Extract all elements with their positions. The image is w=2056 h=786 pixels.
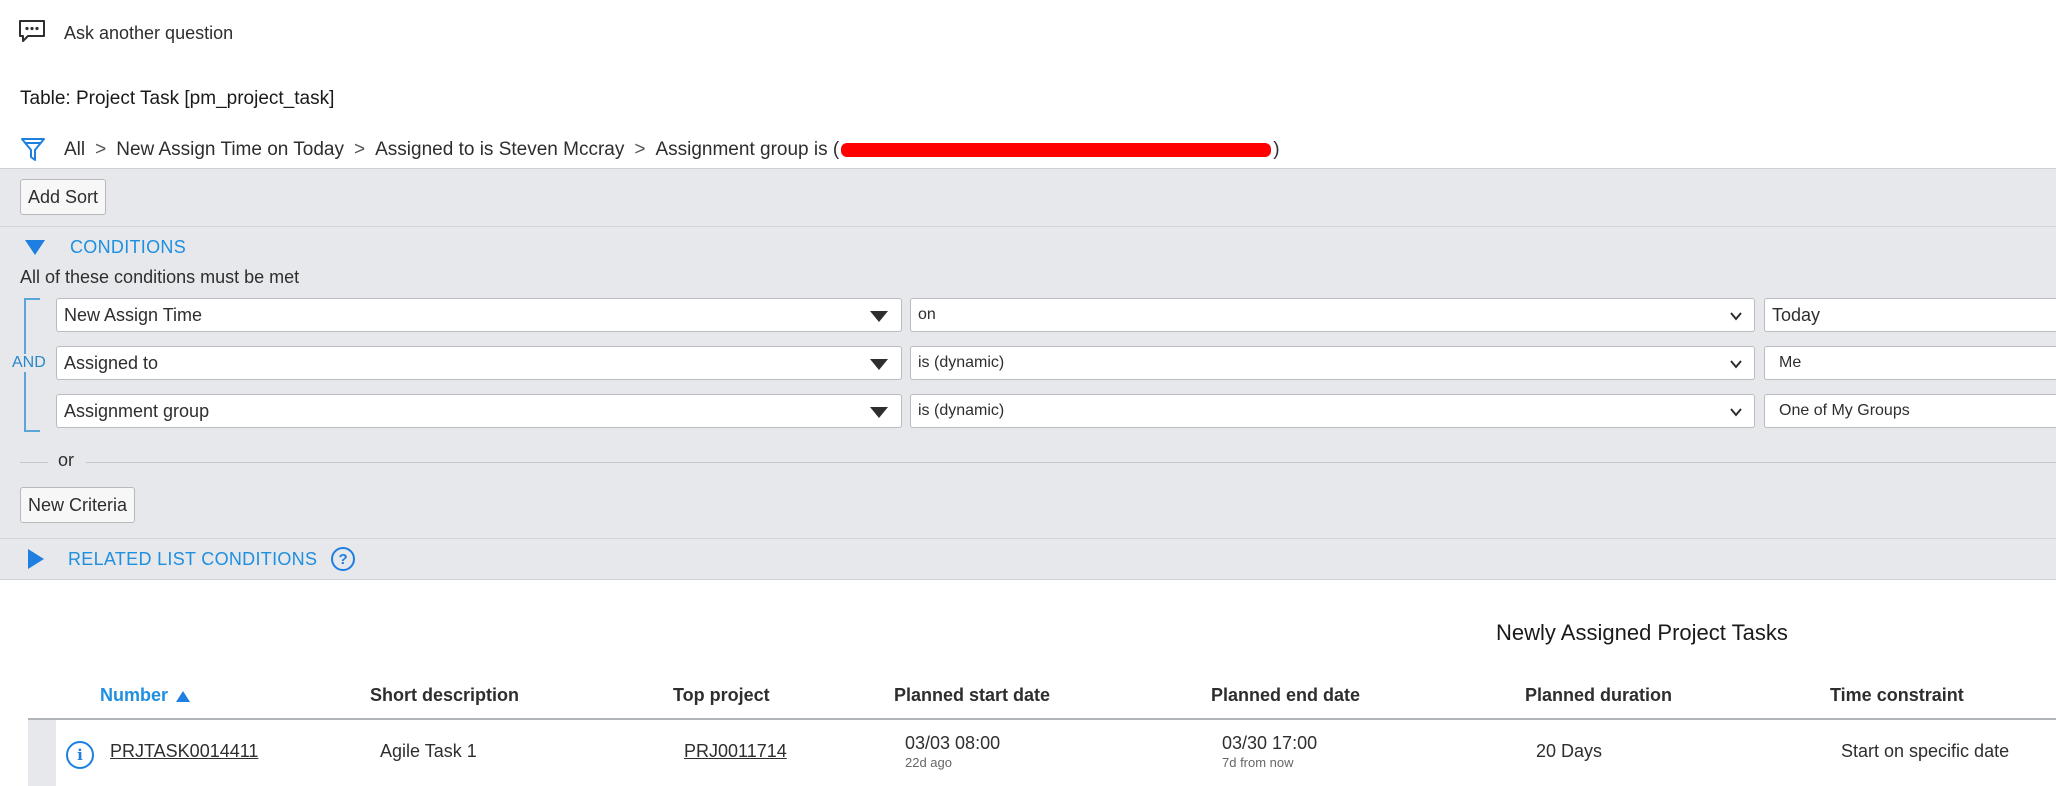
table-name: Table: Project Task [pm_project_task] <box>20 88 335 109</box>
conditions-title: CONDITIONS <box>70 236 187 257</box>
chevron-down-icon <box>1730 312 1742 321</box>
breadcrumb-separator: > <box>354 139 366 160</box>
or-label: or <box>58 450 75 470</box>
filter-funnel-icon[interactable] <box>20 136 46 164</box>
column-header-time-constraint[interactable]: Time constraint <box>1830 685 1964 706</box>
breadcrumb-separator: > <box>634 139 646 160</box>
condition-field-value: New Assign Time <box>64 304 203 325</box>
planned-end-date-value: 03/30 17:00 <box>1222 733 1318 753</box>
caret-down-icon <box>870 407 888 418</box>
add-sort-button[interactable]: Add Sort <box>20 179 107 215</box>
condition-value-select[interactable]: Me <box>1764 346 2056 380</box>
planned-duration-cell: 20 Days <box>1536 741 1603 761</box>
table-header-divider <box>28 718 2056 720</box>
help-icon[interactable]: ? <box>331 547 356 571</box>
time-constraint-cell: Start on specific date <box>1841 741 2010 761</box>
chevron-down-icon <box>1730 408 1742 417</box>
breadcrumb-separator: > <box>95 139 107 160</box>
ask-another-question-label[interactable]: Ask another question <box>64 23 233 44</box>
column-header-planned-duration[interactable]: Planned duration <box>1525 685 1672 706</box>
column-header-planned-start-date[interactable]: Planned start date <box>894 685 1050 706</box>
list-title: Newly Assigned Project Tasks <box>1496 620 1788 645</box>
breadcrumb-closing-paren: ) <box>1273 139 1280 160</box>
info-icon[interactable]: i <box>66 741 94 769</box>
column-header-number[interactable]: Number <box>100 685 191 706</box>
ask-another-question[interactable]: Ask another question <box>18 18 233 48</box>
related-list-conditions-toggle[interactable]: RELATED LIST CONDITIONS ? <box>28 544 356 574</box>
condition-value-text: Me <box>1779 354 1802 371</box>
condition-field-select[interactable]: New Assign Time <box>56 298 902 332</box>
breadcrumb-item-assignment-group[interactable]: Assignment group is () <box>655 139 1279 161</box>
planned-start-date-cell: 03/03 08:00 22d ago <box>905 733 1000 770</box>
divider <box>0 538 2056 539</box>
condition-operator-select[interactable]: is (dynamic) <box>910 394 1755 428</box>
row-selector[interactable] <box>28 720 56 786</box>
condition-value-select[interactable]: Today <box>1764 298 2056 332</box>
breadcrumb-item-assigned-to[interactable]: Assigned to is Steven Mccray <box>375 139 624 161</box>
caret-down-icon <box>870 359 888 370</box>
redaction-mark <box>841 142 1272 157</box>
task-number-link[interactable]: PRJTASK0014411 <box>110 741 258 762</box>
condition-value-text: One of My Groups <box>1779 402 1910 419</box>
condition-operator-select[interactable]: on <box>910 298 1755 332</box>
chat-bubble-icon <box>18 18 46 49</box>
condition-field-value: Assignment group <box>64 400 210 421</box>
condition-operator-value: on <box>918 306 936 323</box>
breadcrumb: All > New Assign Time on Today > Assigne… <box>20 136 1280 164</box>
chevron-down-icon <box>1730 360 1742 369</box>
condition-operator-select[interactable]: is (dynamic) <box>910 346 1755 380</box>
condition-field-select[interactable]: Assignment group <box>56 394 902 428</box>
column-header-planned-end-date[interactable]: Planned end date <box>1211 685 1360 706</box>
planned-start-date-relative: 22d ago <box>905 755 952 770</box>
column-header-short-description[interactable]: Short description <box>370 685 519 706</box>
condition-value-select[interactable]: One of My Groups <box>1764 394 2056 428</box>
planned-end-date-cell: 03/30 17:00 7d from now <box>1222 733 1317 770</box>
column-header-label: Number <box>100 685 169 705</box>
condition-field-value: Assigned to <box>64 352 159 373</box>
breadcrumb-item-assign-time[interactable]: New Assign Time on Today <box>116 139 344 161</box>
breadcrumb-assignment-group-text: Assignment group is ( <box>655 139 840 160</box>
expand-triangle-icon <box>28 549 44 569</box>
column-header-top-project[interactable]: Top project <box>673 685 770 706</box>
condition-field-select[interactable]: Assigned to <box>56 346 902 380</box>
related-list-conditions-title: RELATED LIST CONDITIONS <box>68 548 318 569</box>
top-project-link[interactable]: PRJ0011714 <box>684 741 787 762</box>
collapse-triangle-icon <box>25 239 45 255</box>
breadcrumb-item-all[interactable]: All <box>64 139 85 161</box>
divider <box>0 226 2056 227</box>
short-description-cell: Agile Task 1 <box>380 741 477 761</box>
condition-operator-value: is (dynamic) <box>918 354 1005 371</box>
planned-end-date-relative: 7d from now <box>1222 755 1294 770</box>
sort-ascending-icon <box>176 690 191 702</box>
caret-down-icon <box>870 311 888 322</box>
all-conditions-text: All of these conditions must be met <box>20 267 300 287</box>
conditions-toggle[interactable]: CONDITIONS <box>25 232 186 262</box>
condition-value-text: Today <box>1772 304 1821 325</box>
condition-operator-value: is (dynamic) <box>918 402 1005 419</box>
or-divider <box>20 462 48 463</box>
new-criteria-button[interactable]: New Criteria <box>20 487 136 523</box>
and-label: AND <box>10 354 48 372</box>
planned-start-date-value: 03/03 08:00 <box>905 733 1001 753</box>
or-divider <box>86 462 2056 463</box>
